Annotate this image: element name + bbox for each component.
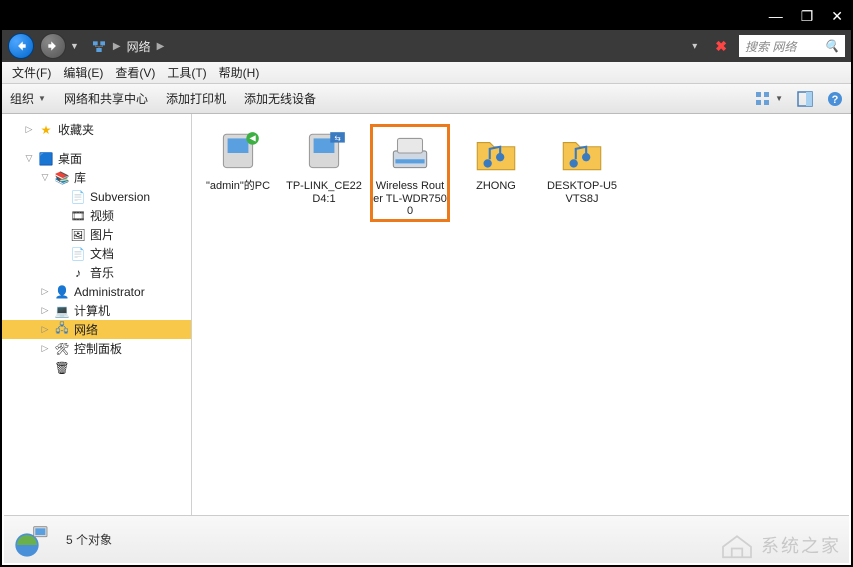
help-button[interactable]: ? [827, 91, 843, 107]
expand-icon: ▷ [40, 286, 50, 297]
network-icon: 🖧 [54, 322, 70, 338]
maximize-button[interactable]: ❐ [801, 8, 814, 25]
menu-help[interactable]: 帮助(H) [215, 62, 264, 83]
device-icon [471, 128, 521, 178]
sidebar-favorites[interactable]: ▷ ★ 收藏夹 [2, 120, 191, 139]
status-count: 5 个对象 [66, 531, 112, 548]
expand-icon: ▷ [40, 324, 50, 335]
title-bar: — ❐ ✕ [2, 2, 851, 30]
sidebar-computer[interactable]: ▷ 💻 计算机 [2, 301, 191, 320]
collapse-icon: ▽ [40, 172, 50, 183]
collapse-icon: ▽ [24, 153, 34, 164]
device-icon [385, 128, 435, 178]
sidebar-subversion[interactable]: 📄 Subversion [2, 187, 191, 206]
sidebar-videos[interactable]: 🎞 视频 [2, 206, 191, 225]
minimize-button[interactable]: — [769, 8, 783, 24]
video-icon: 🎞 [70, 208, 86, 224]
arrow-left-icon [14, 39, 28, 53]
breadcrumb-dropdown[interactable]: ▾ [692, 41, 697, 52]
sidebar-network[interactable]: ▷ 🖧 网络 [2, 320, 191, 339]
expand-icon: ▷ [40, 305, 50, 316]
device-icon: ⇆ [299, 128, 349, 178]
music-icon: ♪ [70, 265, 86, 281]
menu-bar: 文件(F) 编辑(E) 查看(V) 工具(T) 帮助(H) [2, 62, 851, 84]
star-icon: ★ [38, 122, 54, 138]
network-large-icon [12, 520, 52, 560]
network-item[interactable]: ⇆ TP-LINK_CE22D4:1 [284, 124, 364, 222]
network-item[interactable]: ZHONG [456, 124, 536, 222]
stop-refresh-button[interactable]: ✖ [715, 38, 727, 55]
network-sharing-center-button[interactable]: 网络和共享中心 [64, 90, 148, 107]
svg-text:?: ? [832, 94, 839, 106]
sidebar-recycle-bin[interactable]: 🗑 [2, 358, 191, 377]
network-item[interactable]: "admin"的PC [198, 124, 278, 222]
view-options-button[interactable] [755, 91, 771, 107]
recycle-bin-icon: 🗑 [54, 360, 70, 376]
picture-icon: 🖼 [70, 227, 86, 243]
menu-edit[interactable]: 编辑(E) [59, 62, 107, 83]
item-label: Wireless Router TL-WDR7500 [373, 180, 447, 218]
control-panel-icon: 🛠 [54, 341, 70, 357]
add-wireless-button[interactable]: 添加无线设备 [244, 90, 316, 107]
desktop-icon: 🟦 [38, 151, 54, 167]
arrow-right-icon [46, 39, 60, 53]
svg-text:⇆: ⇆ [334, 134, 340, 143]
content-pane: "admin"的PC ⇆ TP-LINK_CE22D4:1 Wireless Rout… [192, 114, 851, 517]
preview-pane-button[interactable] [797, 91, 813, 107]
back-button[interactable] [8, 33, 34, 59]
folder-icon: 📄 [70, 189, 86, 205]
menu-view[interactable]: 查看(V) [111, 62, 159, 83]
document-icon: 📄 [70, 246, 86, 262]
toolbar: 组织▼ 网络和共享中心 添加打印机 添加无线设备 ▼ ? [2, 84, 851, 114]
computer-icon: 💻 [54, 303, 70, 319]
nav-bar: ▼ ▶ 网络 ▶ ▾ ✖ 搜索 网络 🔍 [2, 30, 851, 62]
sidebar-desktop[interactable]: ▽ 🟦 桌面 [2, 149, 191, 168]
device-icon [213, 128, 263, 178]
add-printer-button[interactable]: 添加打印机 [166, 90, 226, 107]
library-icon: 📚 [54, 170, 70, 186]
chevron-right-icon: ▶ [113, 41, 121, 52]
menu-file[interactable]: 文件(F) [8, 62, 55, 83]
item-label: DESKTOP-U5VTS8J [544, 180, 620, 205]
status-bar: 5 个对象 [4, 515, 849, 563]
close-button[interactable]: ✕ [831, 8, 843, 25]
sidebar-administrator[interactable]: ▷ 👤 Administrator [2, 282, 191, 301]
nav-history-dropdown[interactable]: ▼ [70, 41, 79, 51]
sidebar-pictures[interactable]: 🖼 图片 [2, 225, 191, 244]
expand-icon: ▷ [40, 343, 50, 354]
network-item[interactable]: DESKTOP-U5VTS8J [542, 124, 622, 222]
search-icon: 🔍 [824, 39, 839, 53]
search-input[interactable]: 搜索 网络 🔍 [739, 35, 845, 57]
organize-button[interactable]: 组织▼ [10, 90, 46, 107]
expand-icon: ▷ [24, 124, 34, 135]
network-icon [91, 38, 107, 54]
sidebar-music[interactable]: ♪ 音乐 [2, 263, 191, 282]
item-label: "admin"的PC [206, 180, 270, 193]
chevron-down-icon: ▼ [775, 94, 783, 103]
menu-tools[interactable]: 工具(T) [163, 62, 210, 83]
sidebar-documents[interactable]: 📄 文档 [2, 244, 191, 263]
item-label: ZHONG [476, 180, 516, 193]
forward-button[interactable] [40, 33, 66, 59]
search-placeholder: 搜索 网络 [745, 38, 796, 55]
breadcrumb[interactable]: ▶ 网络 ▶ [91, 38, 686, 55]
chevron-down-icon: ▼ [38, 94, 46, 103]
sidebar-control-panel[interactable]: ▷ 🛠 控制面板 [2, 339, 191, 358]
device-icon [557, 128, 607, 178]
item-label: TP-LINK_CE22D4:1 [286, 180, 362, 205]
network-item[interactable]: Wireless Router TL-WDR7500 [370, 124, 450, 222]
sidebar-libraries[interactable]: ▽ 📚 库 [2, 168, 191, 187]
sidebar: ▷ ★ 收藏夹 ▽ 🟦 桌面 ▽ 📚 库 📄 Subversion 🎞 视频 🖼… [2, 114, 192, 517]
user-icon: 👤 [54, 284, 70, 300]
breadcrumb-location: 网络 [127, 38, 151, 55]
chevron-right-icon: ▶ [157, 41, 165, 52]
